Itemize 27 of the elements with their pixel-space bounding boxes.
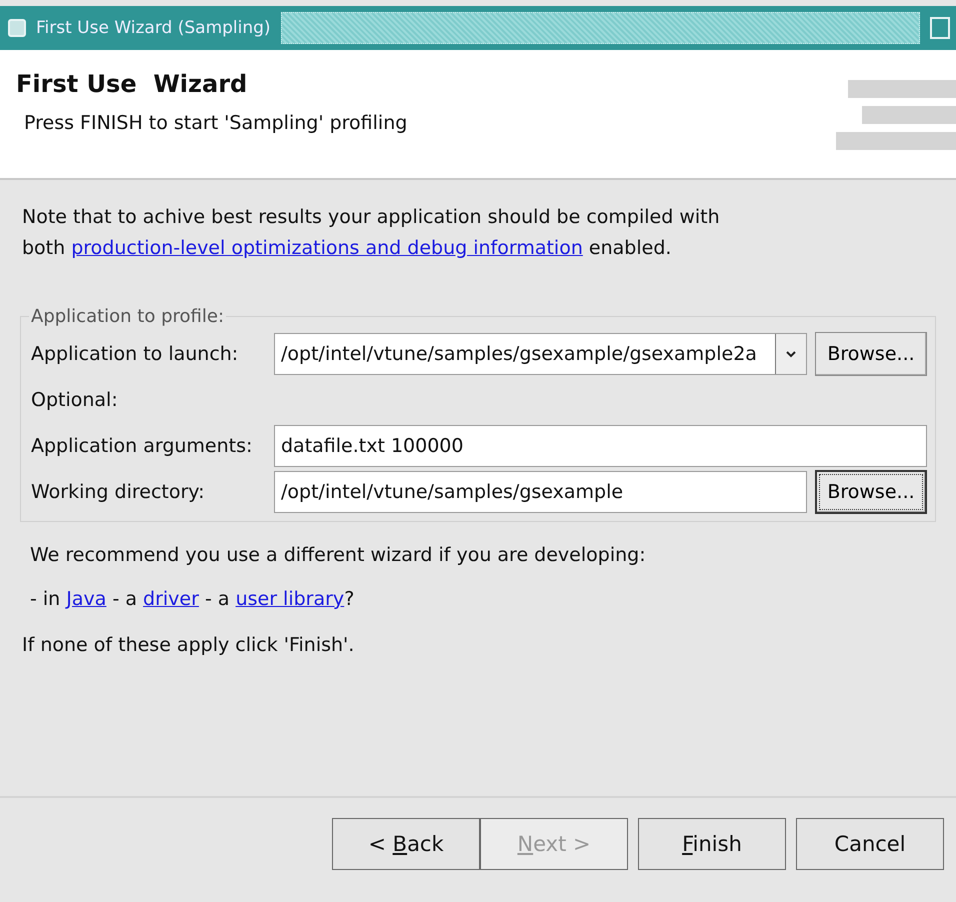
info-link[interactable]: production-level optimizations and debug information (71, 237, 583, 259)
finish-hint: If none of these apply click 'Finish'. (22, 634, 356, 656)
wizard-subtitle: Press FINISH to start 'Sampling' profiling (24, 112, 408, 134)
group-legend: Application to profile: (29, 306, 226, 327)
wizard-button[interactable]: < Back (332, 818, 480, 870)
dropdown-icon[interactable] (775, 334, 806, 374)
arguments-field[interactable]: datafile.txt 100000 (274, 425, 927, 467)
recommend-text: We recommend you use a different wizard if you are developing: (29, 544, 647, 566)
note-text: Note that to achive best results your application should be compiled with both production-level optimizations and debug information enabled. (22, 205, 721, 261)
browse-button[interactable]: Browse... (815, 470, 927, 514)
choices-text: - in Java - a driver - a user library? (29, 588, 356, 610)
directory-field[interactable]: /opt/intel/vtune/samples/gsexample (274, 471, 807, 513)
launch-combo[interactable]: /opt/intel/vtune/samples/gsexample/gsexample2a (274, 333, 807, 375)
wizard-button[interactable]: Finish (638, 818, 786, 870)
browse-button[interactable]: Browse... (815, 332, 927, 376)
wizard-link[interactable]: user library (236, 588, 344, 610)
wizard-button[interactable]: Cancel (796, 818, 944, 870)
field-label: Application to launch: (31, 343, 240, 365)
field-label: Working directory: (31, 481, 206, 503)
wizard-link[interactable]: Java (66, 588, 106, 610)
maximize-icon[interactable] (930, 17, 950, 39)
wizard-link[interactable]: driver (143, 588, 199, 610)
window-icon[interactable] (8, 19, 26, 37)
optional-label: Optional: (31, 389, 119, 411)
window-title: First Use Wizard (Sampling) (36, 18, 271, 38)
wizard-title: First Use Wizard (16, 70, 248, 98)
field-label: Application arguments: (31, 435, 254, 457)
